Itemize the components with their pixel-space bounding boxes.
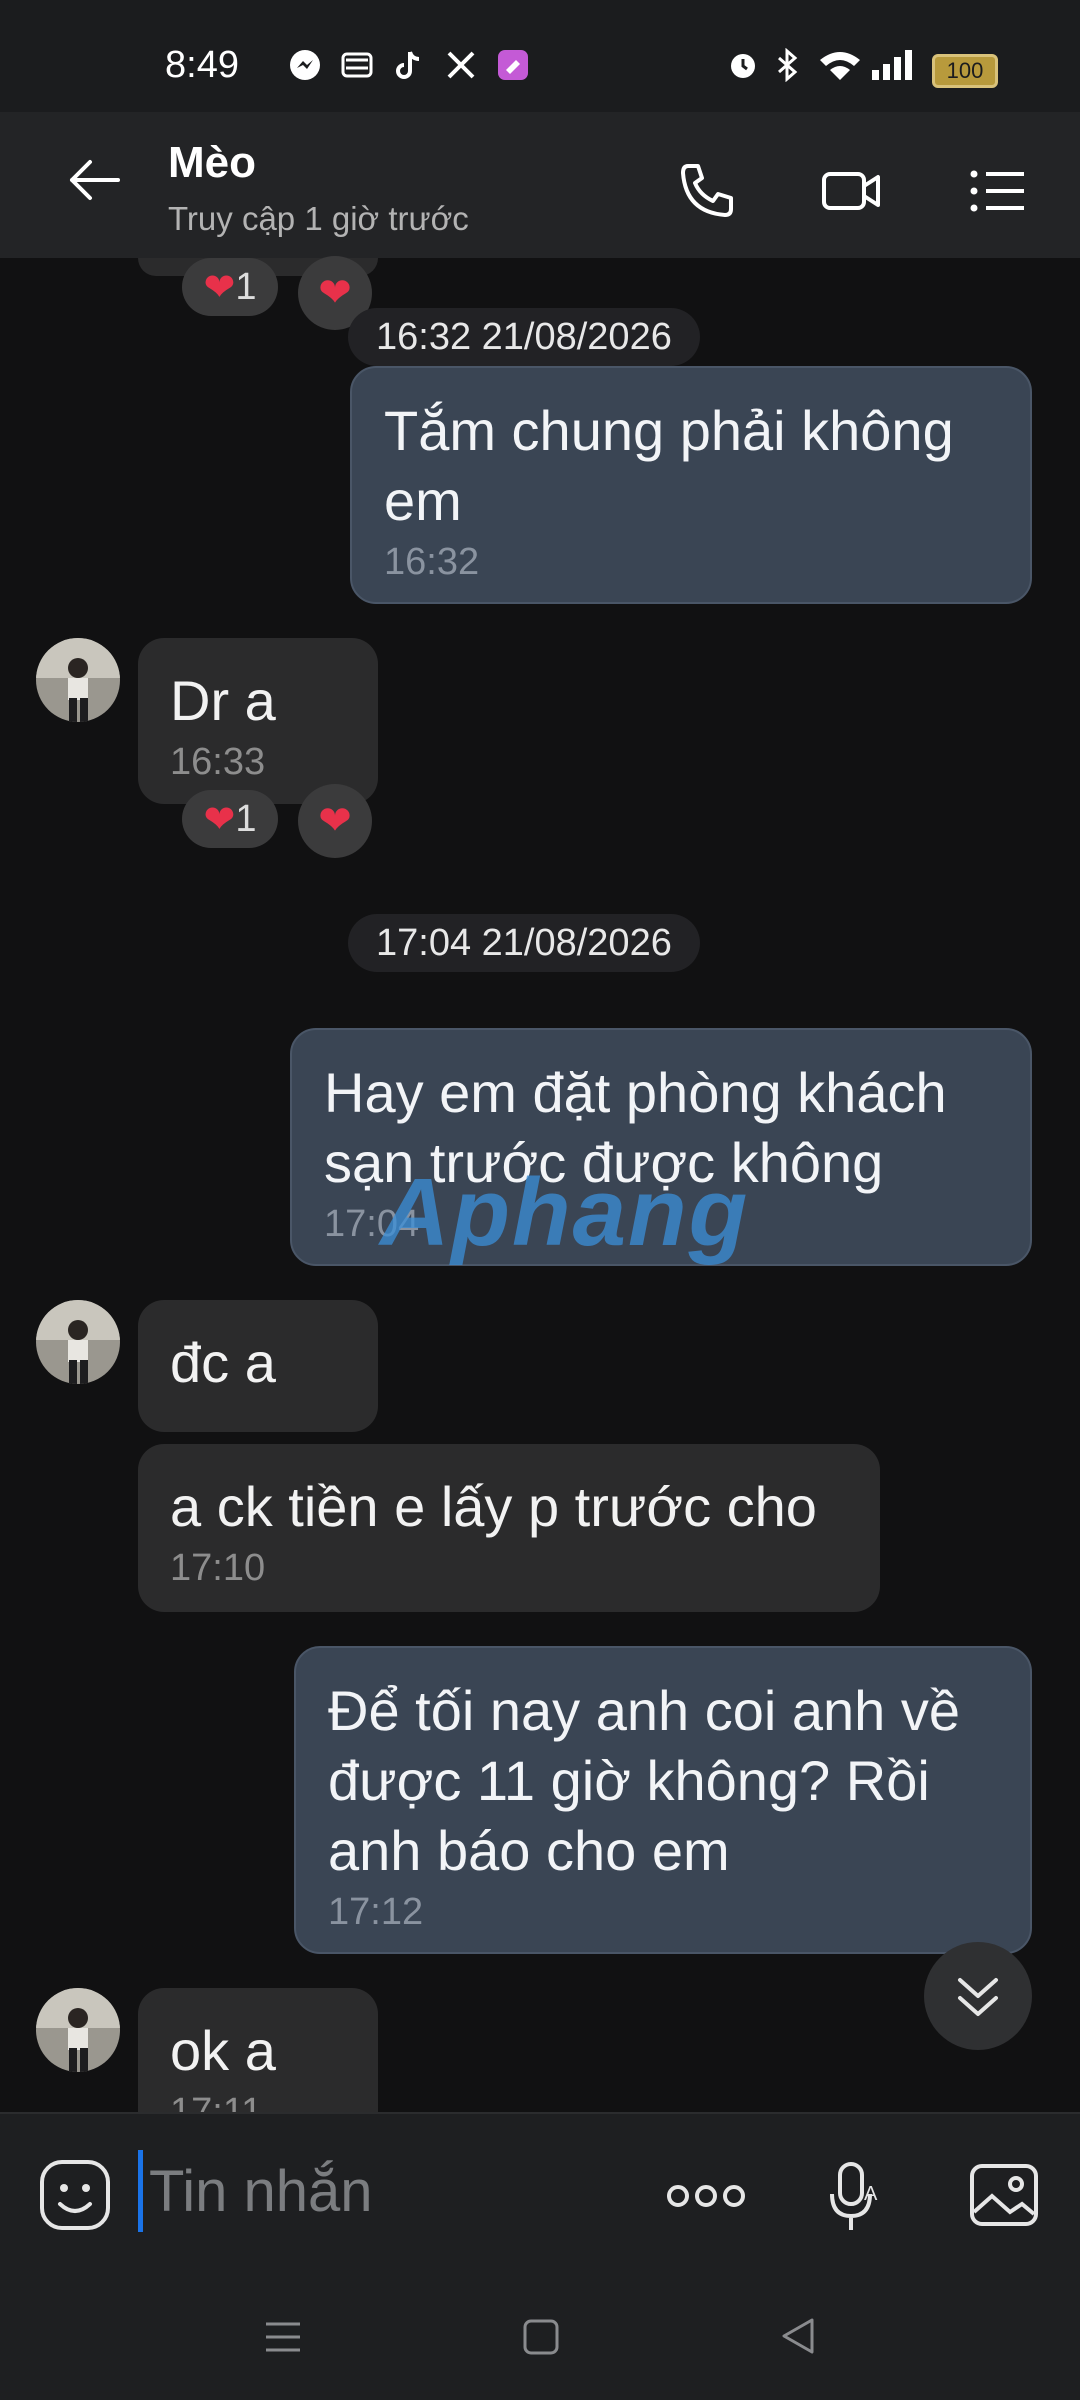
- reaction-summary[interactable]: ❤ 1: [182, 790, 278, 848]
- status-bar: [0, 0, 1080, 112]
- sticker-emoji-icon[interactable]: [38, 2158, 112, 2232]
- double-chevron-down-icon: [958, 1978, 998, 2016]
- avatar-image: [36, 1300, 120, 1384]
- avatar[interactable]: [36, 1988, 120, 2072]
- battery-level: 100: [946, 58, 984, 83]
- alarm-icon: [731, 54, 755, 78]
- image-gallery-icon[interactable]: [966, 2158, 1042, 2234]
- reaction-count: 1: [235, 797, 257, 840]
- home-icon[interactable]: [522, 2318, 560, 2356]
- app-notification-icon: [341, 52, 373, 78]
- message-text: Dr a: [170, 669, 276, 732]
- reaction-count: 1: [235, 265, 257, 308]
- presence-status: Truy cập 1 giờ trước: [168, 200, 469, 237]
- incoming-message[interactable]: đc a: [138, 1300, 378, 1432]
- reaction-summary[interactable]: ❤ 1: [182, 258, 278, 316]
- heart-icon: ❤: [203, 798, 236, 841]
- message-text: ok a: [170, 2019, 276, 2082]
- incoming-message[interactable]: Dr a 16:33: [138, 638, 378, 804]
- x-icon: [447, 51, 475, 79]
- status-time: 8:49: [165, 44, 239, 86]
- avatar-image: [36, 1988, 120, 2072]
- message-text: Tắm chung phải không em: [384, 399, 954, 532]
- tiktok-icon: [396, 51, 420, 79]
- scroll-to-bottom-button[interactable]: [924, 1942, 1032, 2050]
- message-time: 16:32: [384, 541, 480, 583]
- shortcut-app-icon: [498, 50, 528, 80]
- avatar[interactable]: [36, 638, 120, 722]
- recent-apps-icon[interactable]: [264, 2318, 302, 2356]
- watermark: Aphang: [380, 1159, 750, 1266]
- battery-icon: 100: [932, 54, 998, 88]
- wifi-icon: [820, 52, 860, 80]
- outgoing-message[interactable]: Tắm chung phải không em 16:32: [350, 366, 1032, 604]
- message-time: 17:10: [170, 1547, 266, 1589]
- video-call-icon[interactable]: [820, 160, 882, 222]
- contact-name[interactable]: Mèo: [168, 138, 256, 188]
- heart-icon: ❤: [203, 266, 236, 309]
- message-text: đc a: [170, 1331, 276, 1394]
- chat-header: [0, 112, 1080, 258]
- message-time: 16:33: [170, 741, 266, 783]
- message-text: Để tối nay anh coi anh về được 11 giờ kh…: [328, 1679, 960, 1882]
- heart-react-button[interactable]: ❤: [298, 784, 372, 858]
- message-text: a ck tiền e lấy p trước cho: [170, 1475, 817, 1538]
- signal-icon: [872, 50, 912, 80]
- menu-list-icon[interactable]: [966, 160, 1028, 222]
- heart-icon: ❤: [318, 271, 352, 315]
- avatar-image: [36, 638, 120, 722]
- bluetooth-icon: [778, 48, 798, 82]
- heart-icon: ❤: [318, 799, 352, 843]
- incoming-message[interactable]: a ck tiền e lấy p trước cho 17:10: [138, 1444, 880, 1612]
- message-time: 17:12: [328, 1891, 424, 1933]
- date-separator: 16:32 21/08/2026: [348, 308, 700, 366]
- back-arrow-icon[interactable]: [64, 150, 124, 210]
- message-input[interactable]: [138, 2150, 631, 2232]
- outgoing-message[interactable]: Để tối nay anh coi anh về được 11 giờ kh…: [294, 1646, 1032, 1954]
- more-options-icon[interactable]: [664, 2176, 748, 2216]
- date-separator: 17:04 21/08/2026: [348, 914, 700, 972]
- svg-text:A: A: [864, 2183, 878, 2205]
- voice-to-text-mic-icon[interactable]: A: [824, 2160, 888, 2234]
- back-nav-icon[interactable]: [778, 2316, 818, 2356]
- messenger-icon: [290, 50, 320, 80]
- phone-call-icon[interactable]: [676, 160, 738, 222]
- avatar[interactable]: [36, 1300, 120, 1384]
